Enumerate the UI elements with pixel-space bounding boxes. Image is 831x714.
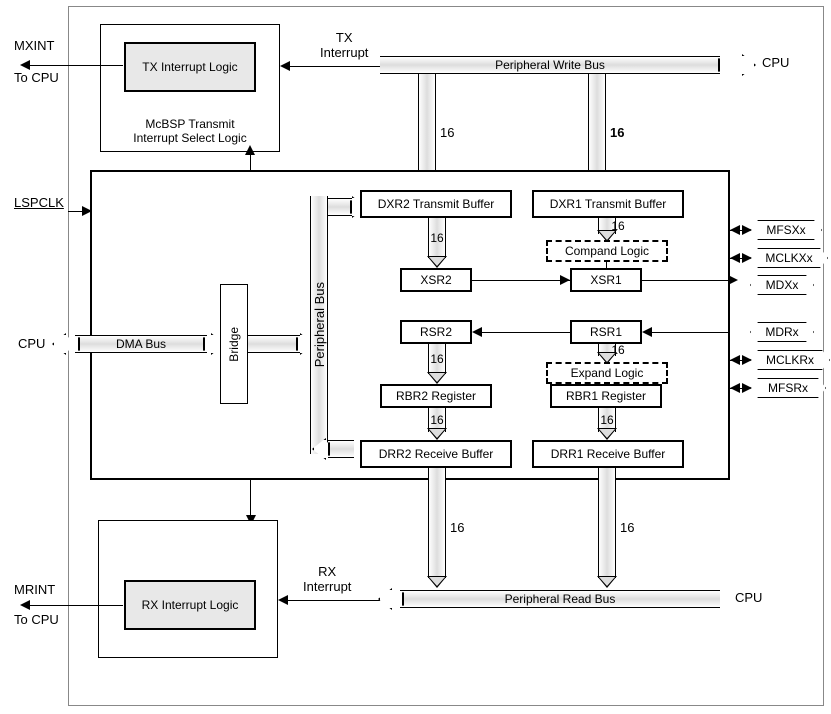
mrint-arrow-icon	[20, 600, 30, 610]
rx-interrupt-label: RX Interrupt	[303, 564, 351, 594]
rsr1-to-rsr2	[480, 332, 570, 333]
drr2-to-pbus	[328, 440, 354, 458]
rx-int-arrow-icon	[278, 595, 288, 605]
mclkrx-l-arrow-icon	[730, 355, 740, 365]
mrint-line	[30, 605, 123, 606]
lspclk-label: LSPCLK	[14, 195, 64, 210]
mrint-label: MRINT	[14, 582, 55, 597]
write-bus-down-right	[588, 74, 606, 179]
mxint-line	[30, 65, 123, 66]
rbr2: RBR2 Register	[380, 384, 492, 408]
peripheral-read-bus: Peripheral Read Bus	[400, 590, 720, 608]
mclkrx-r-arrow-icon	[742, 355, 752, 365]
rsr1-in	[650, 332, 730, 333]
tx-int-line	[290, 66, 380, 67]
mfsxx-pin: MFSXx	[750, 220, 822, 240]
xsr2: XSR2	[400, 268, 472, 292]
mfsrx-r-arrow-icon	[742, 383, 752, 393]
xsr1-out	[642, 280, 730, 281]
mclkxx-r-arrow-icon	[742, 253, 752, 263]
read-16-right: 16	[620, 520, 634, 535]
peripheral-write-bus: Peripheral Write Bus	[380, 56, 720, 74]
mfsxx-r-arrow-icon	[742, 225, 752, 235]
mdrx-pin: MDRx	[750, 322, 814, 342]
mxint-arrow-icon	[20, 60, 30, 70]
cpu-write-label: CPU	[762, 55, 789, 70]
mrint-dest: To CPU	[14, 612, 59, 627]
dma-bus: DMA Bus	[75, 335, 207, 353]
mfsxx-l-arrow-icon	[730, 225, 740, 235]
rbr2-down-arrow-icon	[427, 428, 447, 440]
rbr1-down-arrow-icon	[597, 428, 617, 440]
mdxx-pin: MDXx	[750, 275, 814, 295]
main-to-rx-line	[250, 480, 251, 520]
dxr2-down-arrow-icon	[427, 256, 447, 268]
tx-interrupt-label: TX Interrupt	[320, 30, 368, 60]
write-16-left: 16	[440, 125, 454, 140]
rsr2-down-arrow-icon	[427, 372, 447, 384]
mclkxx-pin: MCLKXx	[750, 248, 828, 268]
rx-interrupt-logic: RX Interrupt Logic	[124, 580, 256, 630]
drr1-buffer: DRR1 Receive Buffer	[532, 440, 684, 468]
drr1-to-read	[598, 468, 616, 578]
dxr2-buffer: DXR2 Transmit Buffer	[360, 190, 512, 218]
lspclk-arrow-icon	[82, 206, 92, 216]
mclkxx-l-arrow-icon	[730, 253, 740, 263]
rsr1: RSR1	[570, 320, 642, 344]
xsr1: XSR1	[570, 268, 642, 292]
xsr1-out-arrow-icon	[728, 275, 738, 285]
mfsrx-pin: MFSRx	[750, 378, 826, 398]
compand-logic: Compand Logic	[546, 240, 668, 262]
xsr2-to-xsr1-arrow-icon	[560, 275, 570, 285]
rsr2: RSR2	[400, 320, 472, 344]
drr2-to-read	[428, 468, 446, 578]
rsr2-down: 16	[428, 344, 446, 374]
expand-logic: Expand Logic	[546, 362, 668, 384]
mxint-label: MXINT	[14, 38, 54, 53]
rsr1-to-rsr2-arrow-icon	[472, 327, 482, 337]
cpu-read-label: CPU	[735, 590, 762, 605]
rsr1-in-arrow-icon	[642, 327, 652, 337]
bridge-to-pbus	[248, 335, 300, 353]
drr2-to-read-arrow-icon	[427, 576, 447, 588]
bridge-block: Bridge	[220, 284, 248, 404]
rbr1: RBR1 Register	[550, 384, 662, 408]
mfsrx-l-arrow-icon	[730, 383, 740, 393]
tx-int-arrow-icon	[280, 61, 290, 71]
tx-interrupt-logic: TX Interrupt Logic	[124, 42, 256, 92]
rx-int-line	[286, 600, 382, 601]
peripheral-bus-v: Peripheral Bus	[310, 196, 328, 454]
mclkrx-pin: MCLKRx	[750, 350, 830, 370]
drr2-buffer: DRR2 Receive Buffer	[360, 440, 512, 468]
write-16-right: 16	[610, 125, 624, 140]
read-16-left: 16	[450, 520, 464, 535]
tx-to-main-arrow-icon	[245, 145, 255, 155]
write-bus-down-left	[418, 74, 436, 179]
xsr2-to-xsr1	[472, 280, 570, 281]
cpu-dma-label: CPU	[18, 336, 45, 351]
drr1-to-read-arrow-icon	[597, 576, 617, 588]
mxint-dest: To CPU	[14, 70, 59, 85]
tx-interrupt-select-title: McBSP Transmit Interrupt Select Logic	[101, 117, 279, 145]
dxr2-down: 16	[428, 218, 446, 258]
dxr1-buffer: DXR1 Transmit Buffer	[532, 190, 684, 218]
block-diagram: McBSP Transmit Interrupt Select Logic TX…	[0, 0, 831, 714]
